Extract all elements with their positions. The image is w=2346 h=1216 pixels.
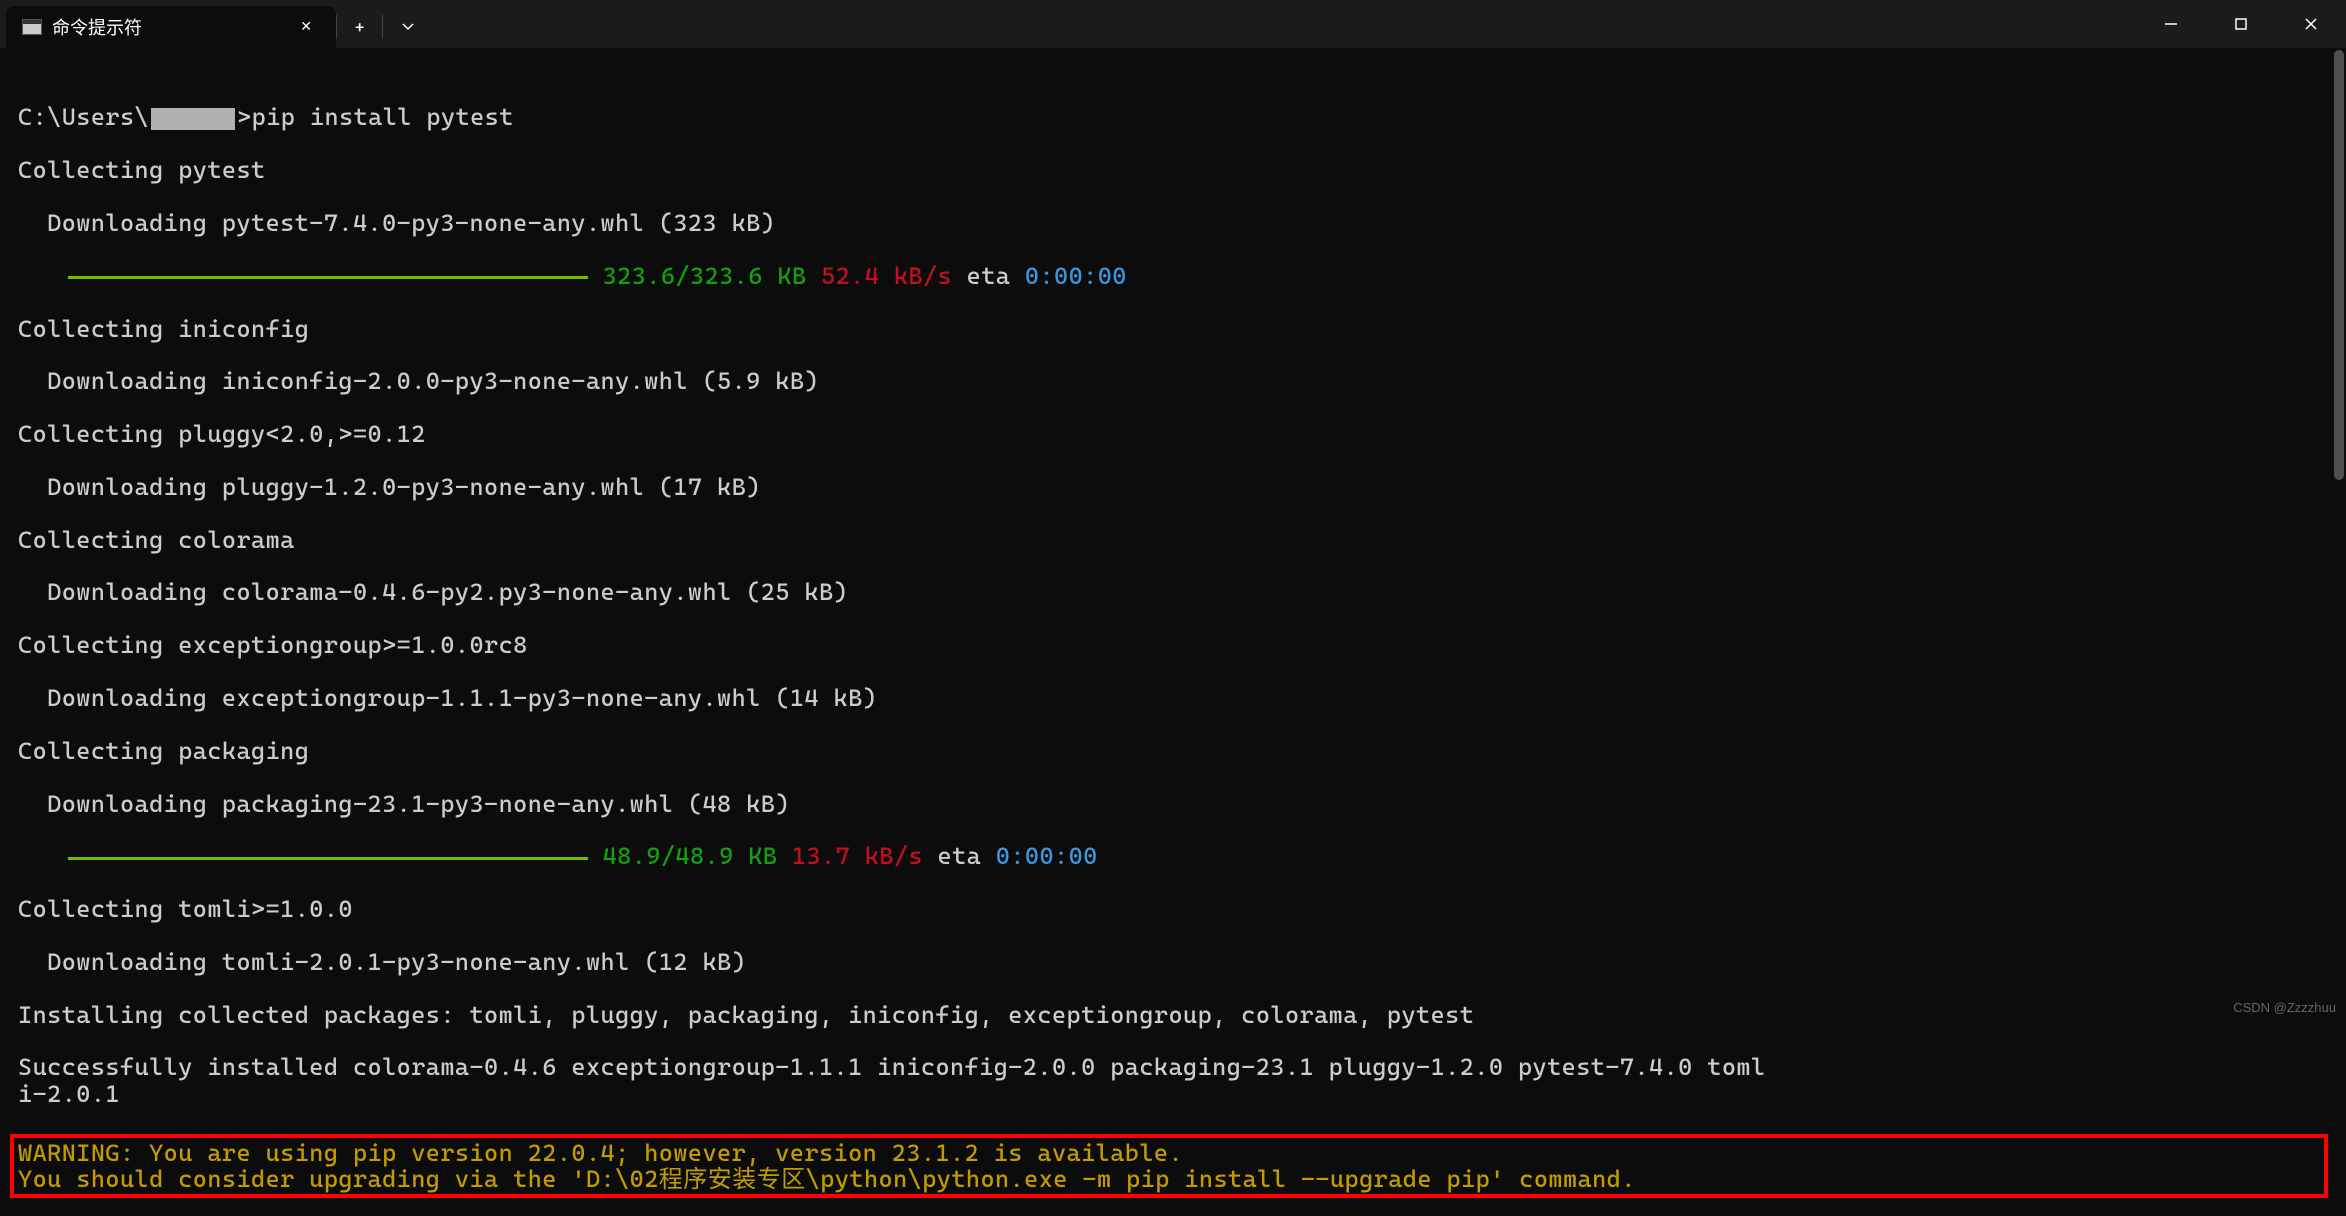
eta-value: 0:00:00 <box>996 842 1098 870</box>
output-line: Collecting pytest <box>18 157 2328 183</box>
output-line: Collecting pluggy<2.0,>=0.12 <box>18 421 2328 447</box>
output-line: Successfully installed colorama-0.4.6 ex… <box>18 1054 2328 1107</box>
prompt-path-prefix: C:\Users\ <box>18 103 149 131</box>
output-line: Downloading exceptiongroup-1.1.1-py3-non… <box>18 685 2328 711</box>
watermark: CSDN @Zzzzhuu <box>2233 1000 2336 1015</box>
eta-label: eta <box>952 262 1025 290</box>
minimize-button[interactable] <box>2136 0 2206 48</box>
output-line: Downloading iniconfig-2.0.0-py3-none-any… <box>18 368 2328 394</box>
tab-title: 命令提示符 <box>52 14 282 40</box>
new-tab-button[interactable]: + <box>337 8 382 47</box>
output-line: Collecting packaging <box>18 738 2328 764</box>
maximize-button[interactable] <box>2206 0 2276 48</box>
tab-dropdown-icon[interactable] <box>383 8 433 47</box>
progress-line: 48.9/48.9 KB 13.7 kB/s eta 0:00:00 <box>18 843 2328 869</box>
close-button[interactable] <box>2276 0 2346 48</box>
output-line: Downloading packaging-23.1-py3-none-any.… <box>18 791 2328 817</box>
warning-highlight-box: WARNING: You are using pip version 22.0.… <box>10 1134 2328 1199</box>
warning-line: You should consider upgrading via the 'D… <box>18 1165 1636 1193</box>
output-line: Collecting iniconfig <box>18 316 2328 342</box>
eta-label: eta <box>923 842 996 870</box>
progress-bar <box>68 857 588 860</box>
progress-line: 323.6/323.6 KB 52.4 kB/s eta 0:00:00 <box>18 263 2328 289</box>
output-line: Collecting exceptiongroup>=1.0.0rc8 <box>18 632 2328 658</box>
output-line: Downloading colorama-0.4.6-py2.py3-none-… <box>18 579 2328 605</box>
output-line: Downloading pytest-7.4.0-py3-none-any.wh… <box>18 210 2328 236</box>
download-size: 48.9/48.9 KB <box>588 842 777 870</box>
download-speed: 13.7 kB/s <box>777 842 923 870</box>
command-text: pip install pytest <box>252 103 514 131</box>
close-tab-icon[interactable]: ✕ <box>292 15 320 39</box>
output-line: Collecting colorama <box>18 527 2328 553</box>
download-size: 323.6/323.6 KB <box>588 262 806 290</box>
redacted-username <box>151 108 235 130</box>
output-line: Installing collected packages: tomli, pl… <box>18 1002 2328 1028</box>
tab-actions: + <box>336 6 433 48</box>
window-controls <box>2136 0 2346 48</box>
prompt-line: C:\Users\ >pip install pytest <box>18 104 2328 130</box>
titlebar: 命令提示符 ✕ + <box>0 0 2346 48</box>
cmd-icon <box>22 19 42 35</box>
warning-line: WARNING: You are using pip version 22.0.… <box>18 1139 1183 1167</box>
progress-bar <box>68 276 588 279</box>
terminal-content[interactable]: C:\Users\ >pip install pytest Collecting … <box>0 48 2346 1216</box>
scrollbar-thumb[interactable] <box>2334 50 2344 480</box>
output-line: Downloading tomli-2.0.1-py3-none-any.whl… <box>18 949 2328 975</box>
download-speed: 52.4 kB/s <box>806 262 952 290</box>
prompt-path-suffix: > <box>237 103 252 131</box>
scrollbar[interactable] <box>2332 50 2346 1021</box>
eta-value: 0:00:00 <box>1025 262 1127 290</box>
output-line: Collecting tomli>=1.0.0 <box>18 896 2328 922</box>
tab-command-prompt[interactable]: 命令提示符 ✕ <box>6 6 336 48</box>
output-line: Downloading pluggy-1.2.0-py3-none-any.wh… <box>18 474 2328 500</box>
